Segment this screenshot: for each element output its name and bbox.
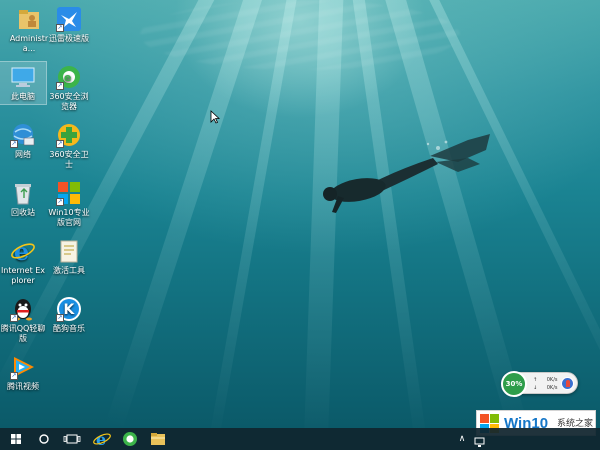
shortcut-arrow-icon: ↗ [56,140,64,148]
download-arrow-icon: ↓ [533,385,538,391]
taskbar-internet-explorer[interactable]: e [88,428,116,450]
diver-silhouette [323,134,490,213]
system-tray: ∧ [440,428,600,450]
upload-arrow-icon: ↑ [533,377,538,383]
desktop-icon-label: Win10专业版官网 [48,208,90,227]
task-view-button[interactable] [58,428,86,450]
desktop-icon-win10-site[interactable]: ↗ Win10专业版官网 [40,178,98,230]
upload-rate: 0K/s [546,377,558,383]
internet-explorer-icon: e [93,430,111,449]
svg-text:e: e [64,71,71,84]
shortcut-arrow-icon: ↗ [10,314,18,322]
win10-pro-site-icon: ↗ [56,180,82,206]
shortcut-arrow-icon: ↗ [10,140,18,148]
kugou-music-icon: K ↗ [56,296,82,322]
desktop-icon-label: 360安全浏览器 [49,92,89,111]
speedup-rocket-icon[interactable] [561,377,574,390]
internet-explorer-icon: e [10,237,36,266]
desktop-icon-label: 360安全卫士 [49,150,89,169]
download-rate: 0K/s [546,385,558,391]
cortana-button[interactable] [30,428,58,450]
file-explorer-icon [151,433,165,445]
desktop-icon-label: 迅雷极速版 [49,34,89,43]
network-speed-widget[interactable]: 30% ↑ 0K/s ↓ 0K/s [501,371,578,397]
desktop-icon-label: 酷狗音乐 [53,324,85,333]
network-rates: ↑ 0K/s ↓ 0K/s [533,376,558,392]
cortana-icon [39,434,49,444]
360-browser-icon: e ↗ [56,64,82,90]
tencent-video-icon: ↗ [10,354,36,380]
desktop-icon-thunder[interactable]: ↗ 迅雷极速版 [40,4,98,46]
svg-text:e: e [96,430,106,449]
user-folder-icon [16,6,42,32]
desktop-icon-label: 腾讯视频 [7,382,39,391]
desktop-icon-kugou[interactable]: K ↗ 酷狗音乐 [40,294,98,336]
tray-network-icon[interactable] [474,433,486,447]
network-icon: ↗ [10,122,36,148]
taskbar-file-explorer[interactable] [144,428,172,450]
shortcut-arrow-icon: ↗ [56,198,64,206]
memory-usage-badge: 30% [501,371,527,397]
desktop-icon-activation-tool[interactable]: 激活工具 [40,236,98,278]
shortcut-arrow-icon: ↗ [56,314,64,322]
start-icon [11,434,21,444]
desktop-icon-360-browser[interactable]: e ↗ 360安全浏览器 [40,62,98,114]
desktop-icon-tencent-video[interactable]: ↗ 腾讯视频 [0,352,52,394]
tray-show-hidden-icon[interactable]: ∧ [456,433,468,445]
this-pc-icon [10,64,36,90]
mouse-cursor-icon [210,110,220,124]
qq-lite-icon: ↗ [10,296,36,322]
desktop-icon-label: 激活工具 [53,266,85,275]
360-browser-icon [123,432,137,446]
shortcut-arrow-icon: ↗ [56,24,64,32]
thunder-bird-icon: ↗ [56,6,82,32]
desktop-icon-360-safeguard[interactable]: ↗ 360安全卫士 [40,120,98,172]
start-button[interactable] [2,428,30,450]
recycle-bin-icon [10,180,36,206]
360-safeguard-icon: ↗ [56,122,82,148]
svg-text:K: K [64,302,76,318]
shortcut-arrow-icon: ↗ [56,82,64,90]
svg-text:e: e [14,238,29,264]
activation-tool-icon [56,238,82,264]
taskbar: e ∧ [0,428,600,450]
taskbar-360-browser[interactable] [116,428,144,450]
task-view-icon [63,434,81,444]
shortcut-arrow-icon: ↗ [10,372,18,380]
